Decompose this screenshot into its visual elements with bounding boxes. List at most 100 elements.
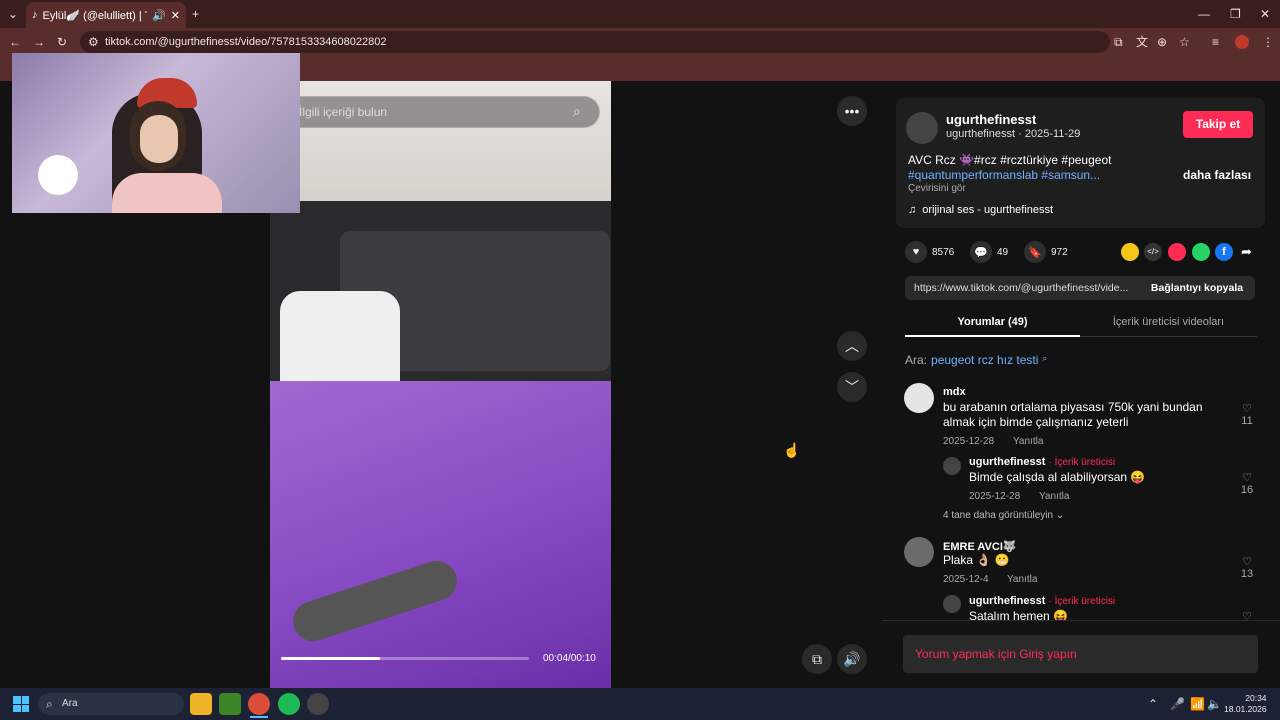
speaker-icon[interactable]: 🔊 (152, 9, 166, 22)
windows-start-icon[interactable] (13, 696, 29, 712)
save-count: 972 (1051, 246, 1068, 258)
tab-comments[interactable]: Yorumlar (49) (905, 316, 1080, 328)
pip-button[interactable]: ⧉ (802, 644, 832, 674)
minimize-icon[interactable]: — (1198, 8, 1210, 20)
media-control-icon[interactable]: ≡ (1212, 36, 1219, 48)
webcam-overlay (12, 53, 300, 213)
clock[interactable]: 20:34 18.01.2026 (1224, 693, 1267, 715)
comment-text-line2: almak için bimde çalışmanız yeterli (943, 415, 1129, 429)
comment-date: 2025-12-4 (943, 574, 989, 585)
bookmark-star-icon[interactable]: ☆ (1179, 36, 1190, 48)
caption-line-1: AVC Rcz 👾#rcz #rcztürkiye #peugeot (908, 153, 1111, 167)
comment-author[interactable]: EMRE AVCI🐺 (943, 540, 1017, 553)
creator-badge: · İçerik üreticisi (1048, 457, 1116, 468)
translate-icon[interactable]: 文 (1136, 36, 1148, 48)
search-icon[interactable]: ⌕ (573, 104, 581, 118)
comment-text: bu arabanın ortalama piyasası 750k yani … (943, 400, 1203, 414)
repost-icon[interactable] (1121, 243, 1139, 261)
reply-avatar[interactable] (943, 595, 961, 613)
chevron-down-icon: ⌄ (1055, 510, 1065, 521)
restore-icon[interactable]: ❐ (1230, 8, 1241, 20)
install-icon[interactable]: ⧉ (1114, 36, 1123, 48)
creator-username[interactable]: ugurthefinesst (946, 112, 1036, 127)
plush-toy (38, 155, 78, 195)
facebook-icon[interactable]: f (1215, 243, 1233, 261)
site-info-icon[interactable]: ⚙ (88, 36, 99, 48)
whatsapp-icon[interactable] (1192, 243, 1210, 261)
new-tab-icon[interactable]: + (192, 8, 199, 20)
close-window-icon[interactable]: ✕ (1260, 8, 1270, 20)
reply-reply-button[interactable]: Yanıtla (1039, 491, 1069, 502)
music-note-icon: ♫ (908, 204, 917, 216)
caption-hashtags[interactable]: #quantumperformanslab #samsun... (908, 168, 1100, 182)
comment-like-count: 11 (1241, 415, 1253, 427)
chevron-down-icon: ﹀ (845, 379, 859, 395)
forward-icon[interactable]: → (33, 36, 45, 48)
reply-author[interactable]: ugurthefinesst (969, 456, 1045, 468)
tab-divider (1080, 336, 1257, 337)
comment-avatar[interactable] (904, 383, 934, 413)
url-text: tiktok.com/@ugurthefinesst/video/7578153… (105, 36, 387, 48)
person-sweater (112, 173, 222, 213)
browser-tab[interactable]: ♪ Eylül🪽 (@elulliett) | TikTok 🔊 ✕ (26, 2, 186, 28)
comment-like[interactable]: ♡ 11 (1237, 402, 1257, 427)
menu-icon[interactable]: ⋮ (1262, 36, 1274, 48)
sound-row[interactable]: ♫ orijinal ses - ugurthefinesst (908, 204, 1053, 216)
reply-author[interactable]: ugurthefinesst (969, 595, 1045, 607)
taskbar-search[interactable]: Ara (38, 693, 184, 715)
profile-avatar[interactable] (1235, 35, 1249, 49)
embed-icon[interactable]: </> (1144, 243, 1162, 261)
reply-like-count: 16 (1240, 484, 1254, 496)
tab-list-icon[interactable]: ⌄ (8, 8, 18, 20)
active-app-indicator (250, 716, 268, 718)
copy-link-button[interactable]: Bağlantıyı kopyala (1139, 276, 1255, 300)
follow-button[interactable]: Takip et (1183, 111, 1253, 138)
related-search[interactable]: Ara: peugeot rcz hız testi ⌕ (905, 353, 1047, 367)
volume-button[interactable]: 🔊 (837, 644, 867, 674)
login-to-comment[interactable]: Yorum yapmak için Giriş yapın (903, 635, 1258, 673)
reload-icon[interactable]: ↻ (57, 36, 67, 48)
address-bar[interactable]: tiktok.com/@ugurthefinesst/video/7578153… (80, 31, 1110, 53)
related-search-prefix: Ara: (905, 353, 928, 367)
video-player[interactable] (270, 81, 611, 688)
reply-like[interactable]: ♡ 16 (1237, 471, 1257, 496)
app-icon[interactable] (307, 693, 329, 715)
microphone-icon[interactable]: 🎤 (1170, 698, 1185, 710)
next-video-button[interactable]: ﹀ (837, 372, 867, 402)
comment-like[interactable]: ♡ 13 (1237, 555, 1257, 580)
reply-avatar[interactable] (943, 457, 961, 475)
comment-stat[interactable]: 💬 49 (970, 241, 1008, 263)
comment-author[interactable]: mdx (943, 386, 966, 398)
chevron-up-icon[interactable]: ⌃ (1148, 698, 1158, 710)
wifi-icon[interactable]: 📶 (1190, 698, 1205, 710)
sound-tray-icon[interactable]: 🔈 (1207, 698, 1222, 710)
more-options-button[interactable]: ••• (837, 96, 867, 126)
reply-text: Satalım hemen 😝 (969, 609, 1068, 620)
chrome-icon[interactable] (248, 693, 270, 715)
creator-avatar[interactable] (906, 112, 938, 144)
share-icon[interactable]: ➦ (1241, 244, 1252, 260)
translate-link[interactable]: Çevirisini gör (908, 183, 966, 194)
minecraft-icon[interactable] (219, 693, 241, 715)
divider (882, 620, 1280, 621)
reply-button[interactable]: Yanıtla (1007, 574, 1037, 585)
tab-title: Eylül🪽 (@elulliett) | TikTok (42, 9, 148, 22)
tab-creator-videos[interactable]: İçerik üreticisi videoları (1080, 316, 1257, 328)
view-more-replies[interactable]: 4 tane daha görüntüleyin ⌄ (943, 510, 1064, 521)
send-icon[interactable] (1168, 243, 1186, 261)
comment-like-count: 13 (1240, 568, 1254, 580)
heart-outline-icon[interactable]: ♡ (1237, 610, 1257, 620)
save-stat[interactable]: 🔖 972 (1024, 241, 1068, 263)
search-input[interactable]: İlgili içeriği bulun (270, 96, 600, 128)
close-tab-icon[interactable]: ✕ (171, 9, 180, 22)
file-explorer-icon[interactable] (190, 693, 212, 715)
reply-button[interactable]: Yanıtla (1013, 436, 1043, 447)
spotify-icon[interactable] (278, 693, 300, 715)
more-button[interactable]: daha fazlası (1183, 168, 1251, 182)
comment-count: 49 (997, 246, 1009, 258)
zoom-icon[interactable]: ⊕ (1157, 36, 1167, 48)
comment-avatar[interactable] (904, 537, 934, 567)
previous-video-button[interactable]: ︿ (837, 331, 867, 361)
back-icon[interactable]: ← (9, 36, 21, 48)
like-stat[interactable]: ♥ 8576 (905, 241, 954, 263)
